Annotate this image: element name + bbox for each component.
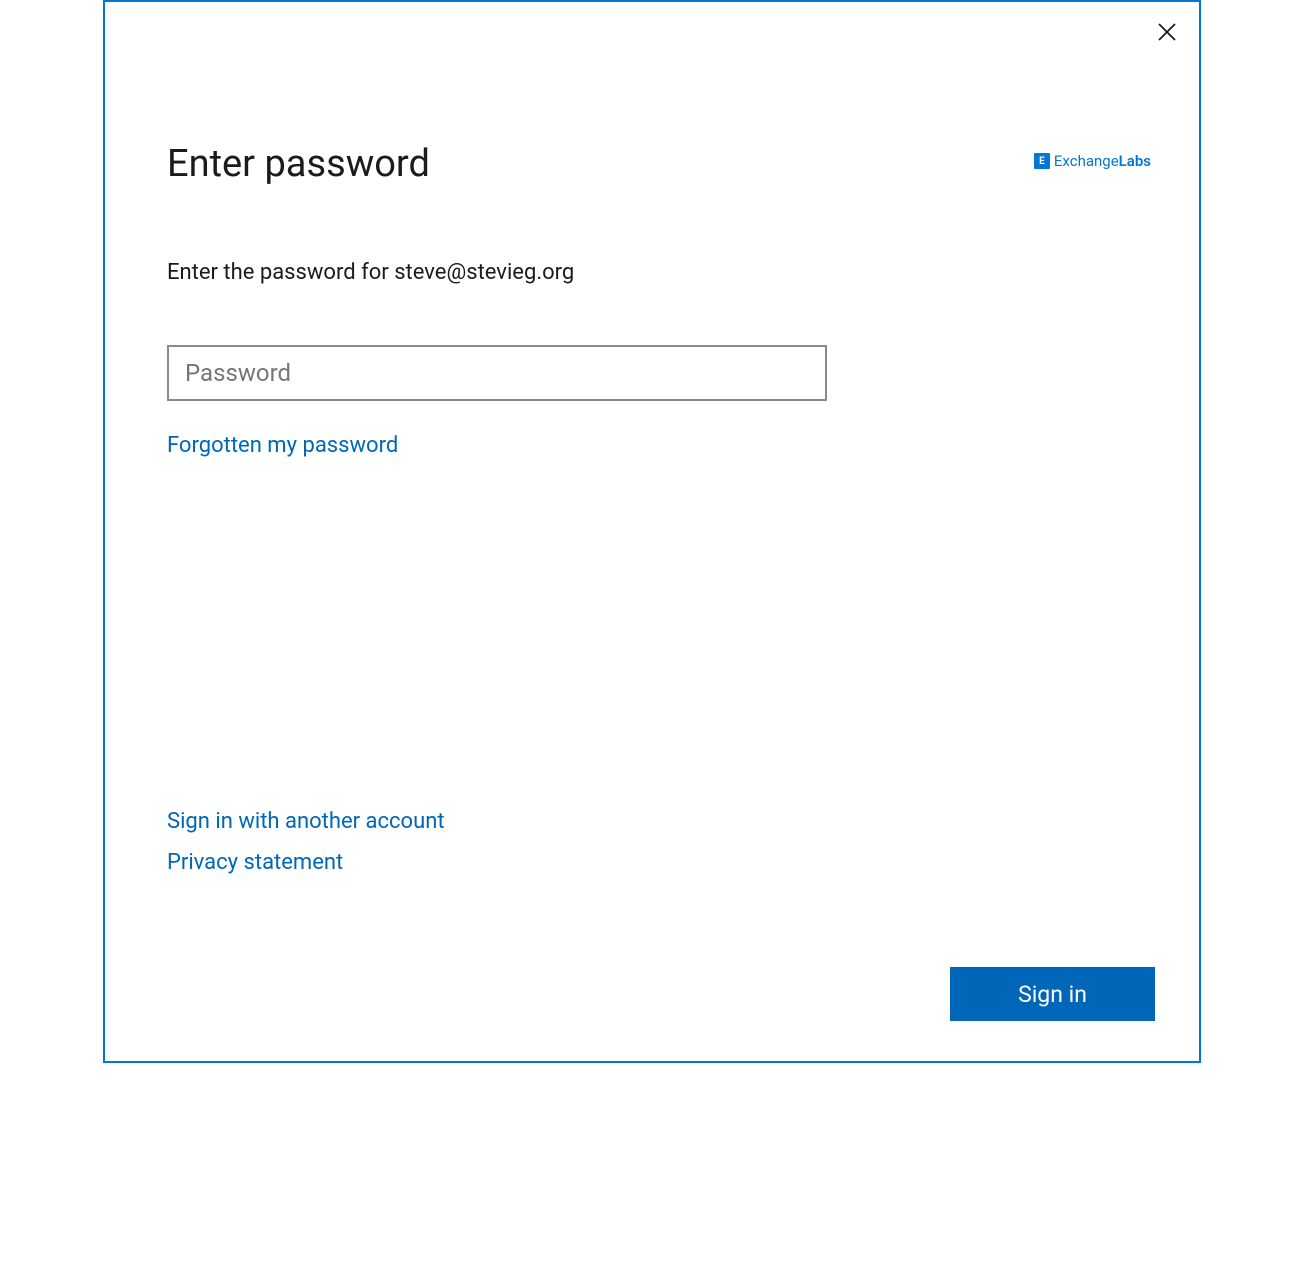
signin-button[interactable]: Sign in — [950, 967, 1155, 1021]
privacy-statement-link[interactable]: Privacy statement — [167, 850, 343, 875]
dialog-content: Enter password Enter the password for st… — [105, 2, 1199, 1061]
dialog-subtitle: Enter the password for steve@stevieg.org — [167, 260, 1137, 285]
bottom-links: Sign in with another account Privacy sta… — [167, 809, 445, 891]
dialog-title: Enter password — [167, 142, 1137, 186]
password-input[interactable] — [167, 345, 827, 401]
forgot-password-link[interactable]: Forgotten my password — [167, 433, 398, 458]
another-account-link[interactable]: Sign in with another account — [167, 809, 445, 834]
signin-dialog: E ExchangeLabs Enter password Enter the … — [103, 0, 1201, 1063]
